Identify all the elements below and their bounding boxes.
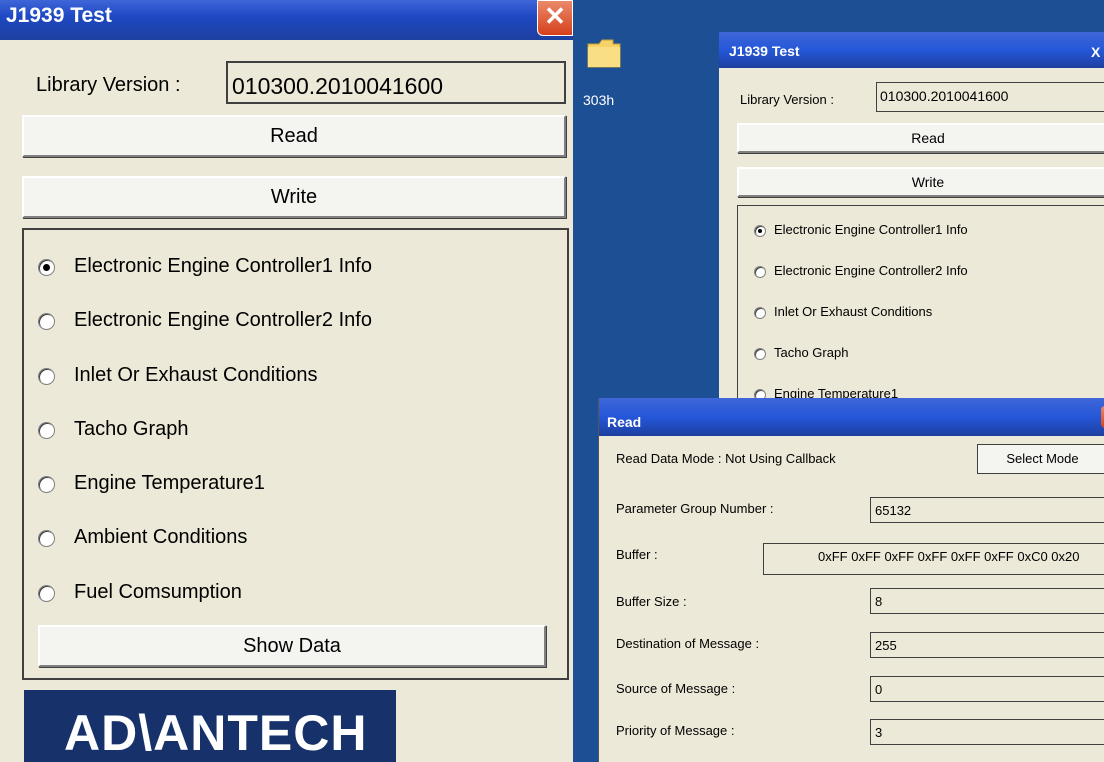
pgn-field: 65132 [870, 497, 1104, 523]
title-bar[interactable]: Read [599, 398, 1104, 436]
advantech-logo: AD\ANTECH [24, 690, 396, 762]
radio-option-eec1[interactable]: Electronic Engine Controller1 Info [754, 222, 968, 237]
folder-icon[interactable] [587, 38, 621, 68]
read-mode-text: Read Data Mode : Not Using Callback [616, 451, 836, 466]
radio-option-label: Inlet Or Exhaust Conditions [74, 364, 318, 386]
library-version-field: 010300.2010041600 [876, 82, 1104, 112]
buffer-label: Buffer : [616, 547, 658, 562]
title-bar[interactable]: J1939 Test X [719, 32, 1104, 68]
select-mode-button[interactable]: Select Mode [977, 444, 1104, 474]
write-button[interactable]: Write [737, 167, 1104, 197]
close-button[interactable]: ✕ [537, 0, 573, 36]
radio-button-icon[interactable] [38, 530, 55, 547]
radio-option-ambient-conditions[interactable]: Ambient Conditions [38, 526, 248, 549]
radio-button-icon[interactable] [38, 259, 55, 276]
radio-button-icon[interactable] [754, 307, 766, 319]
source-label: Source of Message : [616, 681, 736, 696]
destination-field: 255 [870, 632, 1104, 658]
radio-option-label: Electronic Engine Controller1 Info [774, 222, 968, 237]
radio-option-inlet-exhaust[interactable]: Inlet Or Exhaust Conditions [754, 304, 933, 319]
radio-button-icon[interactable] [38, 313, 55, 330]
read-button[interactable]: Read [22, 115, 566, 157]
radio-option-label: Engine Temperature1 [74, 472, 265, 494]
j1939-test-window: J1939 Test X Library Version : 010300.20… [719, 32, 1104, 425]
radio-option-inlet-exhaust[interactable]: Inlet Or Exhaust Conditions [38, 364, 318, 387]
radio-option-tacho-graph[interactable]: Tacho Graph [38, 418, 189, 441]
folder-label[interactable]: 303h [583, 92, 614, 108]
radio-button-icon[interactable] [754, 348, 766, 360]
read-button[interactable]: Read [737, 123, 1104, 153]
logo-text: AD\ANTECH [64, 705, 368, 761]
buffer-size-label: Buffer Size : [616, 594, 687, 609]
j1939-test-window-zoomed: J1939 Test ✕ Library Version : 010300.20… [0, 0, 573, 762]
radio-option-label: Electronic Engine Controller2 Info [774, 263, 968, 278]
show-data-button[interactable]: Show Data [38, 625, 546, 667]
radio-option-label: Ambient Conditions [74, 526, 248, 548]
window-title: J1939 Test [729, 43, 800, 59]
radio-option-eec2[interactable]: Electronic Engine Controller2 Info [38, 309, 372, 332]
write-button[interactable]: Write [22, 176, 566, 218]
radio-option-label: Electronic Engine Controller2 Info [74, 309, 372, 331]
library-version-label: Library Version : [740, 92, 834, 107]
radio-option-label: Tacho Graph [774, 345, 849, 360]
radio-option-fuel-consumption[interactable]: Fuel Comsumption [38, 581, 242, 604]
radio-option-eec1[interactable]: Electronic Engine Controller1 Info [38, 255, 372, 278]
radio-button-icon[interactable] [38, 368, 55, 385]
radio-option-label: Electronic Engine Controller1 Info [74, 255, 372, 277]
radio-option-label: Fuel Comsumption [74, 581, 242, 603]
library-version-field: 010300.2010041600 [226, 61, 566, 104]
radio-option-label: Tacho Graph [74, 418, 189, 440]
radio-option-eec2[interactable]: Electronic Engine Controller2 Info [754, 263, 968, 278]
message-type-group [22, 228, 569, 680]
close-icon: ✕ [544, 1, 566, 31]
buffer-size-field: 8 [870, 588, 1104, 614]
radio-button-icon[interactable] [754, 225, 766, 237]
destination-label: Destination of Message : [616, 636, 760, 651]
radio-button-icon[interactable] [38, 476, 55, 493]
desktop: 303h J1939 Test X Library Version : 0103… [573, 0, 1104, 762]
library-version-label: Library Version : [36, 74, 181, 96]
read-window: Read Read Data Mode : Not Using Callback… [598, 398, 1104, 762]
radio-button-icon[interactable] [38, 422, 55, 439]
radio-button-icon[interactable] [754, 266, 766, 278]
window-title: J1939 Test [6, 4, 112, 27]
title-bar[interactable]: J1939 Test [0, 0, 573, 40]
radio-button-icon[interactable] [38, 585, 55, 602]
window-title: Read [607, 414, 642, 430]
radio-option-label: Inlet Or Exhaust Conditions [774, 304, 933, 319]
pgn-label: Parameter Group Number : [616, 501, 774, 516]
priority-label: Priority of Message : [616, 723, 735, 738]
buffer-field: 0xFF 0xFF 0xFF 0xFF 0xFF 0xFF 0xC0 0x20 [763, 543, 1104, 575]
radio-option-engine-temperature1[interactable]: Engine Temperature1 [38, 472, 265, 495]
close-icon[interactable]: X [1091, 44, 1100, 60]
priority-field: 3 [870, 719, 1104, 745]
source-field: 0 [870, 676, 1104, 702]
radio-option-tacho-graph[interactable]: Tacho Graph [754, 345, 849, 360]
